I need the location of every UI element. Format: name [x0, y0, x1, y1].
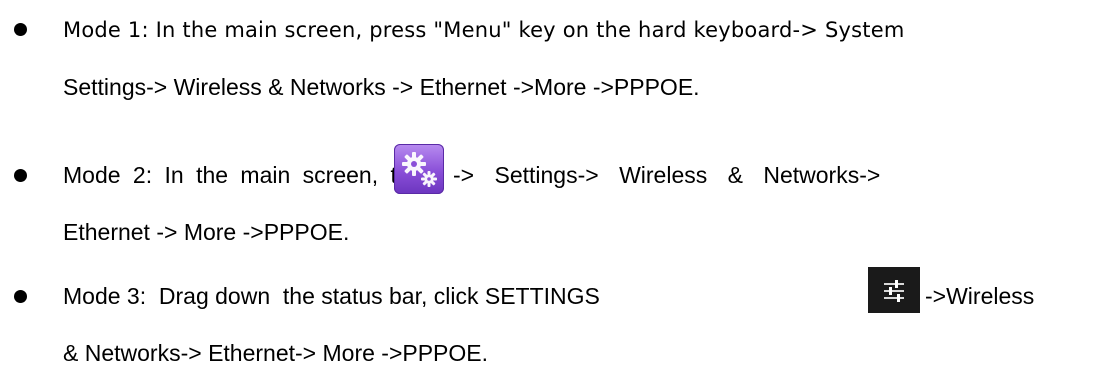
mode-1-line-1: Mode 1: In the main screen, press "Menu"…: [63, 18, 905, 42]
mode-2-line-1-before-icon: Mode 2: In the main screen, tap: [63, 162, 423, 188]
gear-icon: [402, 152, 437, 187]
mode-3-line-1-before-icon: Mode 3: Drag down the status bar, click …: [63, 283, 600, 309]
mode-1-line-2: Settings-> Wireless & Networks -> Ethern…: [63, 74, 700, 100]
bullet-3: [14, 290, 27, 303]
mode-3-line-1-after-icon: ->Wireless: [925, 283, 1035, 309]
bullet-2: [14, 169, 27, 182]
bullet-1: [14, 23, 27, 36]
quick-settings-sliders-icon: [868, 267, 920, 313]
mode-2-line-1-after-icon: -> Settings-> Wireless & Networks->: [453, 162, 881, 188]
sliders-icon: [884, 280, 904, 302]
mode-2-line-2: Ethernet -> More ->PPPOE.: [63, 219, 350, 245]
mode-3-line-2: & Networks-> Ethernet-> More ->PPPOE.: [63, 340, 489, 366]
purple-settings-gear-icon: [394, 144, 444, 194]
